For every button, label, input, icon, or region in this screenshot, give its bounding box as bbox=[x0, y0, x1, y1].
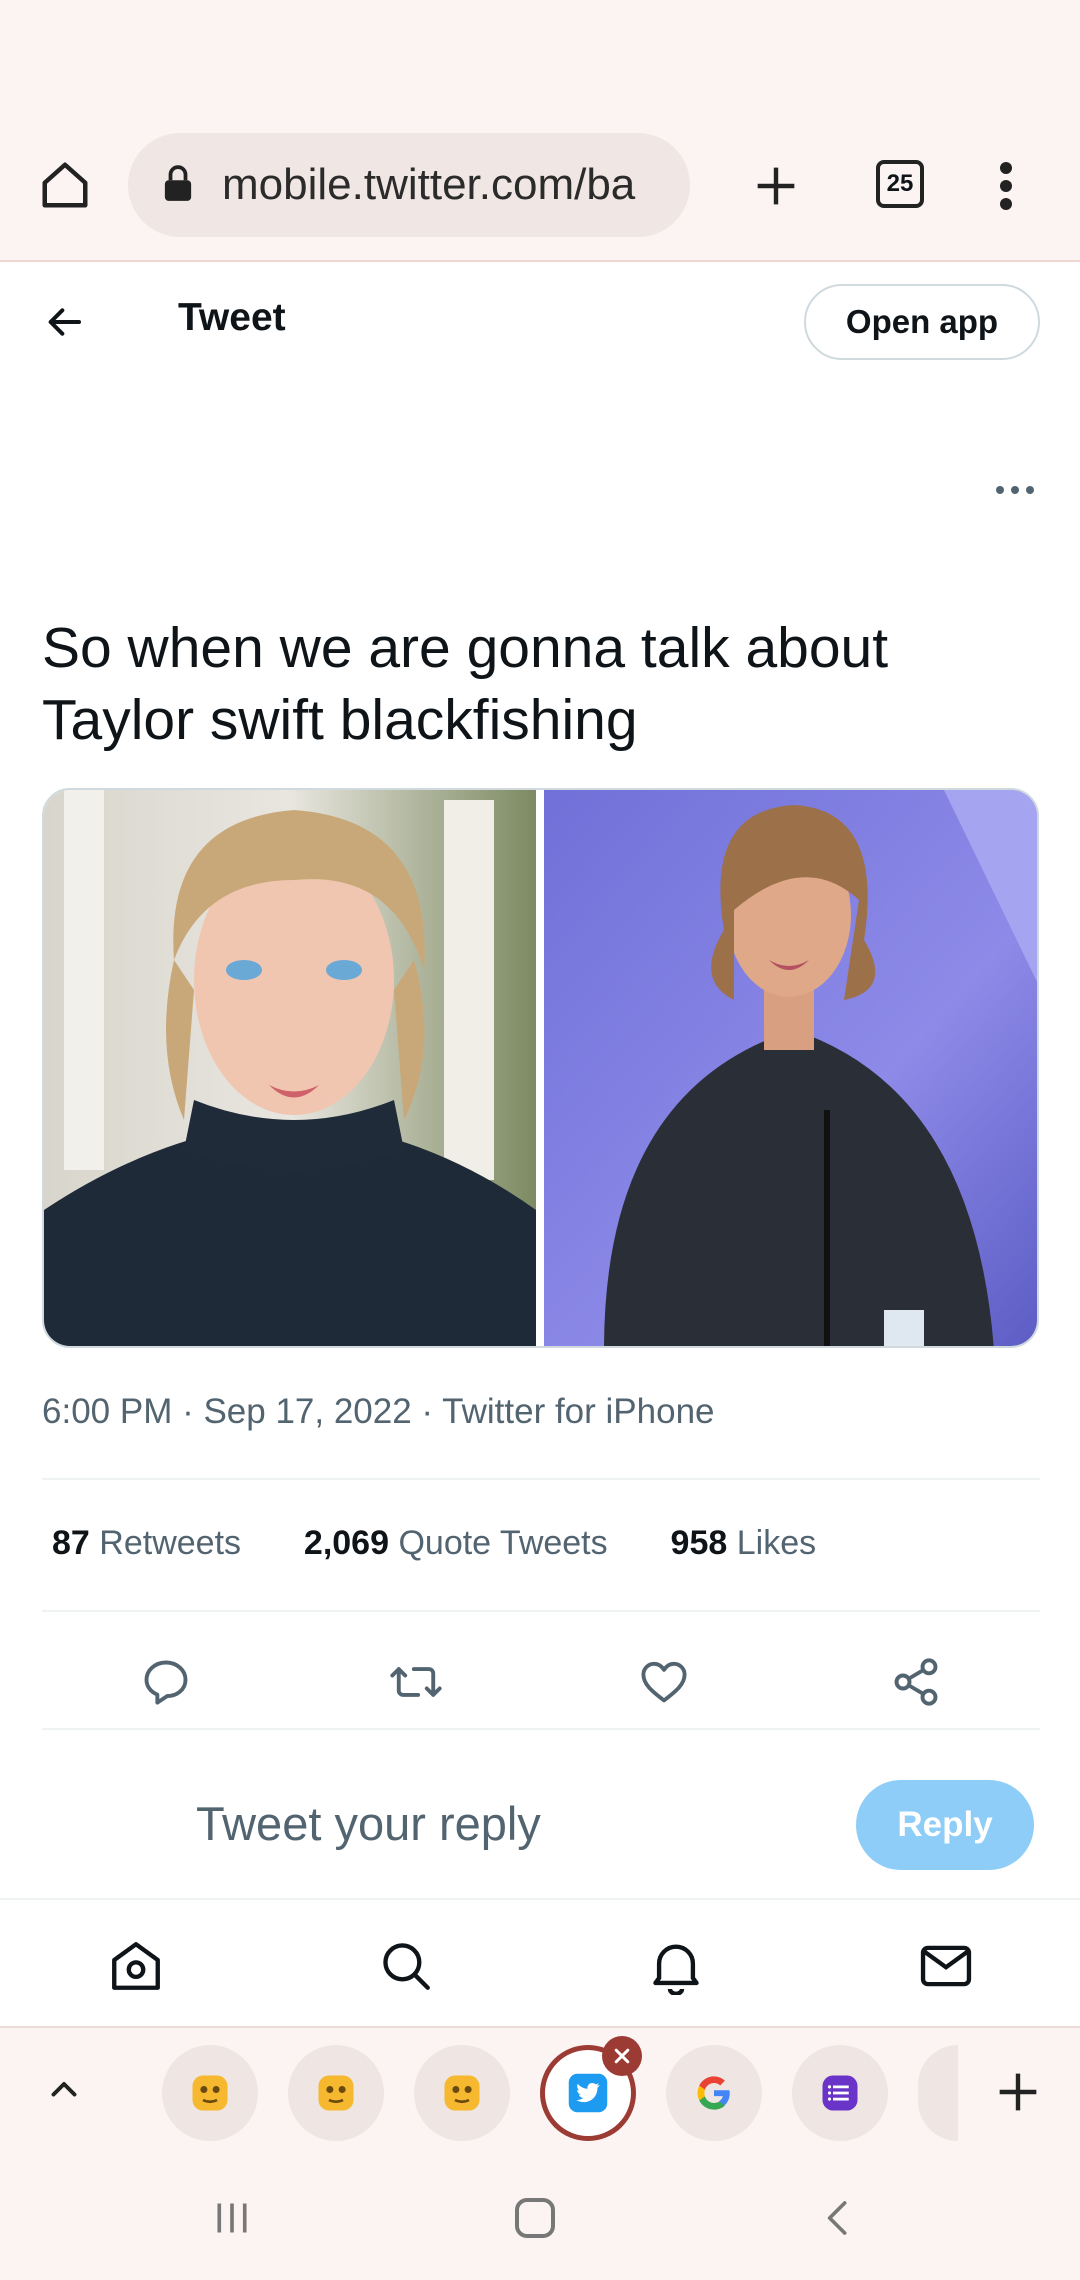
divider bbox=[42, 1478, 1040, 1480]
tab-thumbnail-google[interactable] bbox=[666, 2045, 762, 2141]
photo-left[interactable] bbox=[44, 790, 536, 1348]
more-options-icon[interactable] bbox=[990, 470, 1040, 510]
add-tab-icon[interactable] bbox=[986, 2060, 1050, 2124]
tab-thumbnail-app-1[interactable] bbox=[162, 2045, 258, 2141]
quote-tweets-stat[interactable]: 2,069 Quote Tweets bbox=[304, 1524, 608, 1562]
app-face-icon bbox=[444, 2075, 480, 2111]
browser-menu-icon[interactable] bbox=[976, 150, 1036, 222]
tab-thumbnail-tasks-app[interactable] bbox=[792, 2045, 888, 2141]
back-arrow-icon[interactable] bbox=[36, 290, 92, 354]
status-bar-area bbox=[0, 0, 1080, 120]
quotes-label: Quote Tweets bbox=[398, 1524, 608, 1562]
tab-thumbnail-app-2[interactable] bbox=[288, 2045, 384, 2141]
tweet-text: So when we are gonna talk about Taylor s… bbox=[42, 616, 889, 752]
app-face-icon bbox=[192, 2075, 228, 2111]
retweet-icon[interactable] bbox=[370, 1636, 462, 1728]
search-nav-icon[interactable] bbox=[370, 1930, 442, 2002]
photo-right[interactable] bbox=[544, 790, 1039, 1348]
reply-icon[interactable] bbox=[120, 1636, 212, 1728]
open-app-button[interactable]: Open app bbox=[804, 284, 1040, 360]
recent-apps-icon[interactable] bbox=[200, 2186, 264, 2250]
tweet-stats: 87 Retweets 2,069 Quote Tweets 958 Likes bbox=[52, 1524, 816, 1563]
tab-thumbnail-app-3[interactable] bbox=[414, 2045, 510, 2141]
messages-mail-icon[interactable] bbox=[910, 1930, 982, 2002]
app-face-icon bbox=[318, 2075, 354, 2111]
home-icon[interactable] bbox=[30, 150, 100, 220]
likes-stat[interactable]: 958 Likes bbox=[671, 1524, 817, 1562]
url-text[interactable]: mobile.twitter.com/ba bbox=[222, 160, 672, 210]
like-heart-icon[interactable] bbox=[618, 1636, 710, 1728]
home-nav-icon[interactable] bbox=[100, 1930, 172, 2002]
tweet-media[interactable] bbox=[42, 788, 1039, 1348]
notifications-bell-icon[interactable] bbox=[640, 1930, 712, 2002]
list-app-icon bbox=[822, 2075, 858, 2111]
tab-switcher-button[interactable]: 25 bbox=[876, 160, 924, 208]
retweets-count: 87 bbox=[52, 1524, 90, 1562]
tab-count: 25 bbox=[886, 170, 914, 197]
reply-button[interactable]: Reply bbox=[856, 1780, 1034, 1870]
likes-label: Likes bbox=[736, 1524, 817, 1562]
close-tab-icon[interactable] bbox=[602, 2036, 642, 2076]
retweets-stat[interactable]: 87 Retweets bbox=[52, 1524, 241, 1562]
lock-icon bbox=[160, 162, 196, 206]
likes-count: 958 bbox=[670, 1524, 728, 1562]
share-icon[interactable] bbox=[870, 1636, 962, 1728]
reply-input[interactable]: Tweet your reply bbox=[196, 1796, 541, 1851]
home-button-icon[interactable] bbox=[500, 2186, 570, 2250]
quotes-count: 2,069 bbox=[303, 1524, 390, 1562]
new-tab-icon[interactable] bbox=[740, 150, 812, 222]
tweet-timestamp[interactable]: 6:00 PM · Sep 17, 2022 · Twitter for iPh… bbox=[42, 1392, 715, 1432]
twitter-bird-icon bbox=[568, 2073, 608, 2113]
divider bbox=[42, 1728, 1040, 1730]
page-title: Tweet bbox=[178, 296, 286, 339]
back-nav-icon[interactable] bbox=[806, 2186, 870, 2250]
google-icon bbox=[697, 2076, 730, 2110]
retweets-label: Retweets bbox=[99, 1524, 242, 1562]
chevron-up-icon[interactable] bbox=[36, 2060, 92, 2120]
divider bbox=[42, 1610, 1040, 1612]
